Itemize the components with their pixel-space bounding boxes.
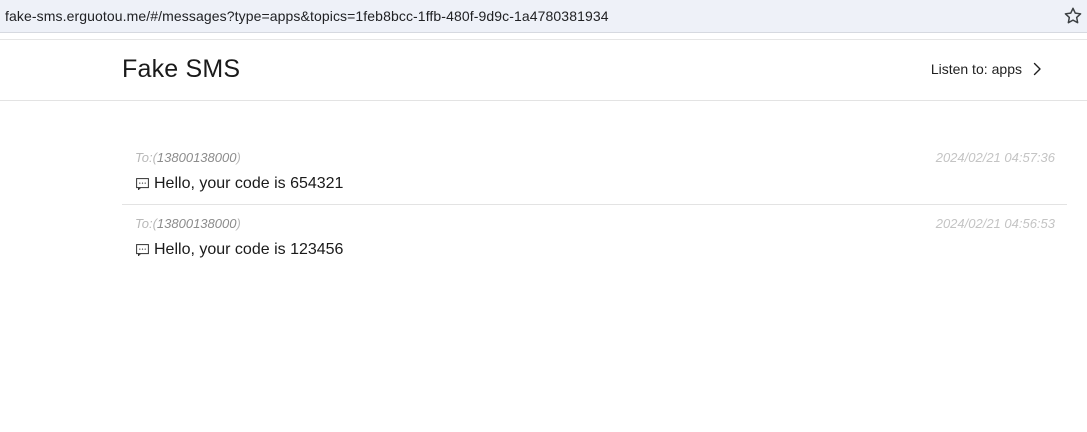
message-list: To:(13800138000) 2024/02/21 04:57:36 Hel… [122,139,1067,269]
message-item[interactable]: To:(13800138000) 2024/02/21 04:56:53 Hel… [122,204,1067,269]
message-body: Hello, your code is 123456 [136,241,343,259]
url-text[interactable]: fake-sms.erguotou.me/#/messages?type=app… [5,8,609,24]
page-title: Fake SMS [122,55,241,83]
listen-to-link[interactable]: Listen to: apps [931,61,1043,77]
message-icon [136,178,149,190]
listen-topic: apps [991,61,1022,77]
browser-address-bar[interactable]: fake-sms.erguotou.me/#/messages?type=app… [0,0,1087,33]
message-body: Hello, your code is 654321 [136,175,343,193]
app-header: Fake SMS Listen to: apps [0,39,1087,101]
recipient-suffix: ) [236,150,241,165]
listen-label: Listen to: [930,61,988,77]
chevron-right-icon [1033,62,1041,76]
message-item[interactable]: To:(13800138000) 2024/02/21 04:57:36 Hel… [122,139,1067,204]
message-text: Hello, your code is 654321 [154,175,344,192]
message-recipient: To:(13800138000) [135,150,241,165]
recipient-number: 13800138000 [156,216,237,231]
message-recipient: To:(13800138000) [135,216,241,231]
star-icon[interactable] [1062,5,1084,27]
recipient-suffix: ) [236,216,241,231]
message-text: Hello, your code is 123456 [154,241,344,258]
recipient-prefix: To:( [135,216,157,231]
message-icon [136,244,149,256]
recipient-prefix: To:( [135,150,157,165]
message-timestamp: 2024/02/21 04:56:53 [935,216,1055,231]
recipient-number: 13800138000 [156,150,237,165]
message-timestamp: 2024/02/21 04:57:36 [935,150,1055,165]
